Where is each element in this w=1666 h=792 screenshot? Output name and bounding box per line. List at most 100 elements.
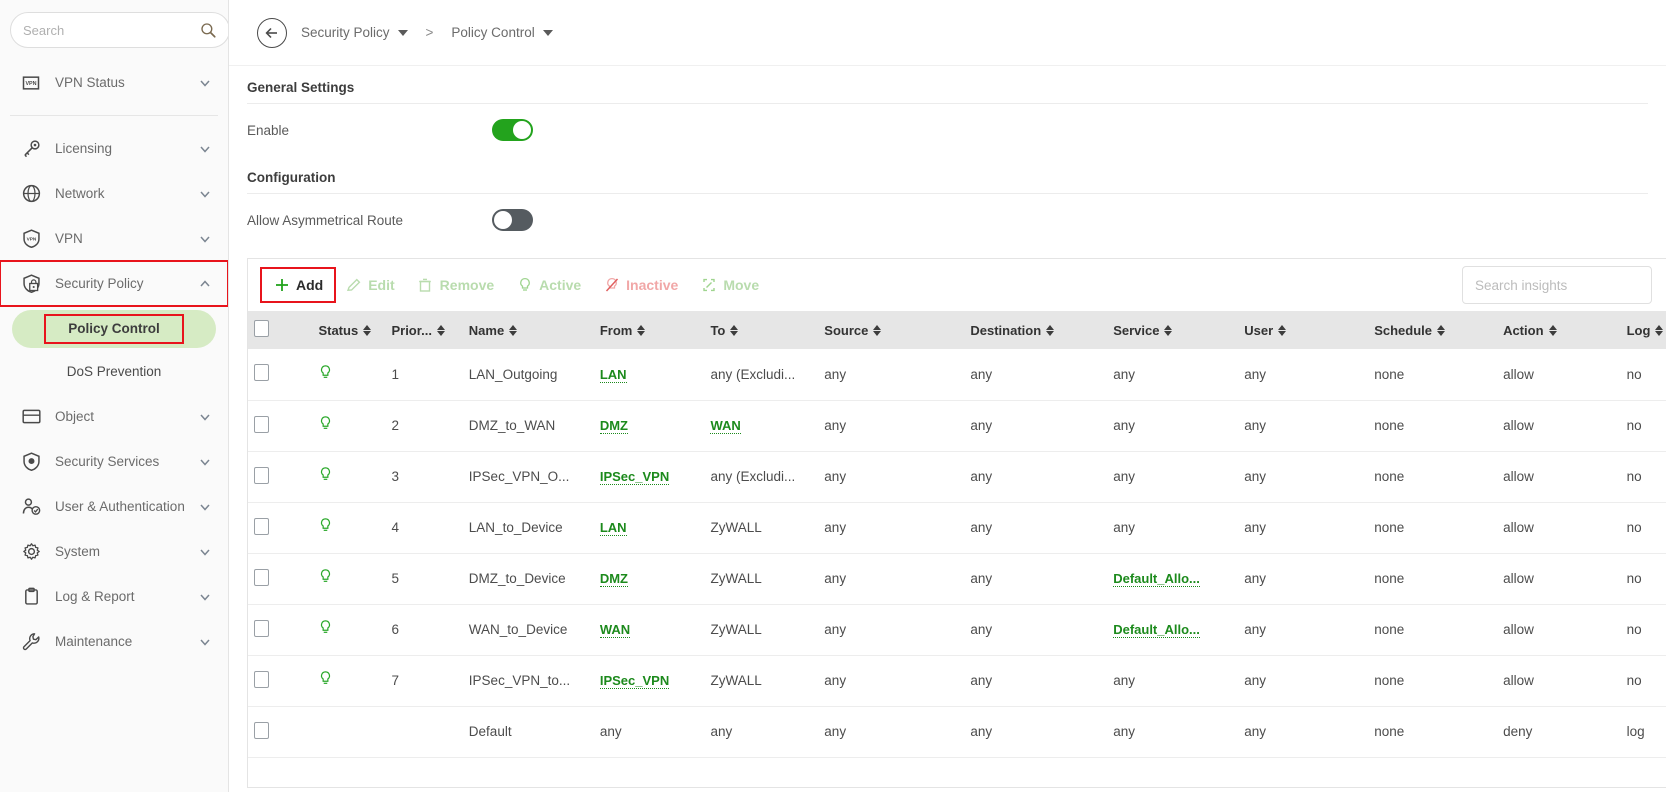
- row-checkbox-cell[interactable]: [248, 451, 312, 502]
- row-checkbox[interactable]: [254, 671, 269, 688]
- remove-button[interactable]: Remove: [406, 269, 505, 301]
- cell-from[interactable]: IPSec_VPN: [594, 451, 705, 502]
- svg-text:VPN: VPN: [26, 237, 36, 243]
- table-row[interactable]: 4LAN_to_DeviceLANZyWALLanyanyanyanynonea…: [248, 502, 1666, 553]
- cell-to[interactable]: WAN: [704, 400, 818, 451]
- table-row[interactable]: Defaultanyanyanyanyanyanynonedenylog: [248, 706, 1666, 757]
- column-source[interactable]: Source: [818, 311, 964, 349]
- search-input[interactable]: [23, 23, 199, 38]
- move-button[interactable]: Move: [689, 269, 770, 301]
- row-checkbox[interactable]: [254, 722, 269, 739]
- cell-log: no: [1621, 349, 1666, 400]
- enable-toggle[interactable]: [492, 119, 533, 141]
- status-bulb-icon: [318, 670, 333, 688]
- row-checkbox-cell[interactable]: [248, 349, 312, 400]
- table-row[interactable]: 3IPSec_VPN_O...IPSec_VPNany (Excludi...a…: [248, 451, 1666, 502]
- search-box[interactable]: [10, 12, 229, 48]
- sidebar-item-maintenance[interactable]: Maintenance: [0, 619, 228, 664]
- chevron-up-icon: [198, 277, 212, 291]
- row-checkbox-cell[interactable]: [248, 400, 312, 451]
- add-button[interactable]: Add: [262, 269, 334, 301]
- edit-button[interactable]: Edit: [334, 269, 405, 301]
- cell-link[interactable]: IPSec_VPN: [600, 673, 669, 689]
- row-checkbox-cell[interactable]: [248, 706, 312, 757]
- cell-from[interactable]: LAN: [594, 502, 705, 553]
- cell-from[interactable]: LAN: [594, 349, 705, 400]
- cell-link[interactable]: WAN: [600, 622, 630, 638]
- cell-link[interactable]: Default_Allo...: [1113, 622, 1200, 638]
- row-checkbox-cell[interactable]: [248, 502, 312, 553]
- breadcrumb-security-policy[interactable]: Security Policy: [301, 25, 408, 40]
- search-insights-box[interactable]: [1462, 266, 1652, 304]
- sidebar-item-label: Network: [55, 186, 185, 201]
- cell-from[interactable]: IPSec_VPN: [594, 655, 705, 706]
- row-checkbox[interactable]: [254, 364, 269, 381]
- table-row[interactable]: 6WAN_to_DeviceWANZyWALLanyanyDefault_All…: [248, 604, 1666, 655]
- cell-link[interactable]: Default_Allo...: [1113, 571, 1200, 587]
- sidebar-item-log-report[interactable]: Log & Report: [0, 574, 228, 619]
- sidebar-item-vpn[interactable]: VPN VPN: [0, 216, 228, 261]
- column-destination[interactable]: Destination: [964, 311, 1107, 349]
- cell-user: any: [1238, 553, 1368, 604]
- cell-log: log: [1621, 706, 1666, 757]
- column-service[interactable]: Service: [1107, 311, 1238, 349]
- sidebar-item-security-services[interactable]: Security Services: [0, 439, 228, 484]
- table-row[interactable]: 7IPSec_VPN_to...IPSec_VPNZyWALLanyanyany…: [248, 655, 1666, 706]
- table-row[interactable]: 5DMZ_to_DeviceDMZZyWALLanyanyDefault_All…: [248, 553, 1666, 604]
- back-button[interactable]: [257, 18, 287, 48]
- row-checkbox[interactable]: [254, 467, 269, 484]
- sidebar-item-vpn-status[interactable]: VPN VPN Status: [0, 60, 228, 105]
- row-checkbox[interactable]: [254, 416, 269, 433]
- sidebar-subitem-policy-control[interactable]: Policy Control: [12, 310, 216, 348]
- cell-link[interactable]: IPSec_VPN: [600, 469, 669, 485]
- table-row[interactable]: 2DMZ_to_WANDMZWANanyanyanyanynoneallowno: [248, 400, 1666, 451]
- cell-service[interactable]: Default_Allo...: [1107, 553, 1238, 604]
- column-log[interactable]: Log: [1621, 311, 1666, 349]
- sidebar-item-licensing[interactable]: Licensing: [0, 126, 228, 171]
- column-user[interactable]: User: [1238, 311, 1368, 349]
- cell-name: DMZ_to_WAN: [463, 400, 594, 451]
- sidebar-item-user-authentication[interactable]: User & Authentication: [0, 484, 228, 529]
- sidebar-item-security-policy[interactable]: Security Policy: [0, 261, 228, 306]
- breadcrumb-policy-control[interactable]: Policy Control: [451, 25, 552, 40]
- remove-button-label: Remove: [440, 277, 494, 293]
- column-to[interactable]: To: [704, 311, 818, 349]
- cell-link[interactable]: LAN: [600, 520, 627, 536]
- cell-link[interactable]: WAN: [710, 418, 740, 434]
- column-status[interactable]: Status: [312, 311, 385, 349]
- cell-link[interactable]: DMZ: [600, 418, 628, 434]
- cell-status: [312, 604, 385, 655]
- sidebar-subitem-dos-prevention[interactable]: DoS Prevention: [12, 352, 216, 390]
- search-insights-input[interactable]: [1475, 278, 1639, 293]
- row-checkbox-cell[interactable]: [248, 604, 312, 655]
- row-checkbox-cell[interactable]: [248, 655, 312, 706]
- sidebar-item-network[interactable]: Network: [0, 171, 228, 216]
- cell-link[interactable]: DMZ: [600, 571, 628, 587]
- sidebar-item-object[interactable]: Object: [0, 394, 228, 439]
- cell-from[interactable]: DMZ: [594, 553, 705, 604]
- sidebar-subitem-label: Policy Control: [44, 314, 184, 344]
- table-row[interactable]: 1LAN_OutgoingLANany (Excludi...anyanyany…: [248, 349, 1666, 400]
- row-checkbox[interactable]: [254, 518, 269, 535]
- select-all-checkbox[interactable]: [254, 320, 269, 337]
- search-icon: [199, 21, 217, 39]
- cell-source: any: [818, 400, 964, 451]
- column-action[interactable]: Action: [1497, 311, 1621, 349]
- cell-service[interactable]: Default_Allo...: [1107, 604, 1238, 655]
- cell-link[interactable]: LAN: [600, 367, 627, 383]
- sidebar-item-system[interactable]: System: [0, 529, 228, 574]
- row-checkbox[interactable]: [254, 620, 269, 637]
- sidebar-item-label: System: [55, 544, 185, 559]
- asymmetrical-route-toggle[interactable]: [492, 209, 533, 231]
- row-checkbox[interactable]: [254, 569, 269, 586]
- column-from[interactable]: From: [594, 311, 705, 349]
- cell-from[interactable]: WAN: [594, 604, 705, 655]
- sidebar-subitem-label: DoS Prevention: [67, 364, 162, 379]
- column-schedule[interactable]: Schedule: [1368, 311, 1497, 349]
- column-priority[interactable]: Prior...: [385, 311, 462, 349]
- cell-from[interactable]: DMZ: [594, 400, 705, 451]
- row-checkbox-cell[interactable]: [248, 553, 312, 604]
- inactive-button[interactable]: Inactive: [592, 269, 689, 301]
- column-name[interactable]: Name: [463, 311, 594, 349]
- active-button[interactable]: Active: [505, 269, 592, 301]
